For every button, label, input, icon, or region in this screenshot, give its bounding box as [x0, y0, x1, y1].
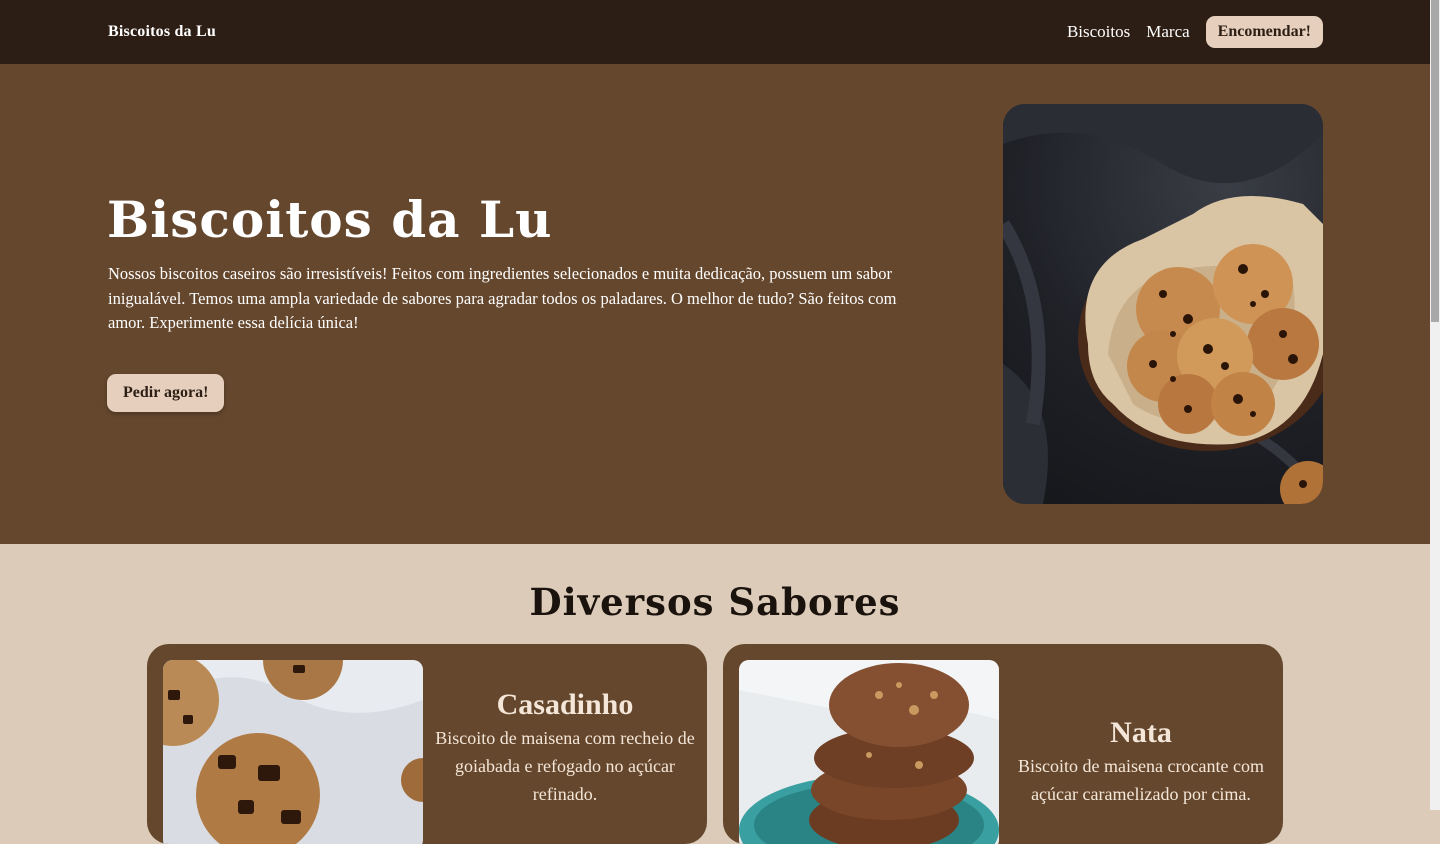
card-body: Nata Biscoito de maisena crocante com aç… [1007, 716, 1275, 808]
brand-logo[interactable]: Biscoitos da Lu [108, 0, 216, 64]
order-now-button[interactable]: Pedir agora! [107, 374, 225, 412]
order-button[interactable]: Encomendar! [1205, 16, 1323, 48]
card-body: Casadinho Biscoito de maisena com rechei… [431, 688, 699, 808]
nav-link-marca[interactable]: Marca [1146, 22, 1189, 42]
scrollbar-thumb[interactable] [1431, 0, 1439, 322]
stacked-cookies-image [739, 660, 999, 844]
hero-section: Biscoitos da Lu Nossos biscoitos caseiro… [0, 64, 1430, 544]
hero-title: Biscoitos da Lu [107, 190, 553, 249]
page-scrollbar[interactable] [1430, 0, 1440, 810]
flavor-card-nata[interactable]: Nata Biscoito de maisena crocante com aç… [723, 644, 1283, 844]
nav-link-biscoitos[interactable]: Biscoitos [1067, 22, 1130, 42]
card-description: Biscoito de maisena com recheio de goiab… [435, 728, 695, 804]
card-description: Biscoito de maisena crocante com açúcar … [1018, 756, 1264, 804]
navbar: Biscoitos da Lu Biscoitos Marca Encomend… [0, 0, 1430, 64]
cookie-basket-image [1003, 104, 1323, 504]
chocolate-chip-cookies-image [163, 660, 423, 844]
cookie-basket-icon [1003, 104, 1323, 504]
flavor-card-casadinho[interactable]: Casadinho Biscoito de maisena com rechei… [147, 644, 707, 844]
chocolate-chip-cookies-icon [163, 660, 423, 844]
stacked-cookies-icon [739, 660, 999, 844]
hero-description: Nossos biscoitos caseiros são irresistív… [108, 264, 897, 332]
card-title: Casadinho [496, 688, 634, 721]
nav-links: Biscoitos Marca Encomendar! [1067, 0, 1323, 64]
flavors-section-title: Diversos Sabores [529, 580, 901, 624]
card-title: Nata [1110, 716, 1172, 749]
